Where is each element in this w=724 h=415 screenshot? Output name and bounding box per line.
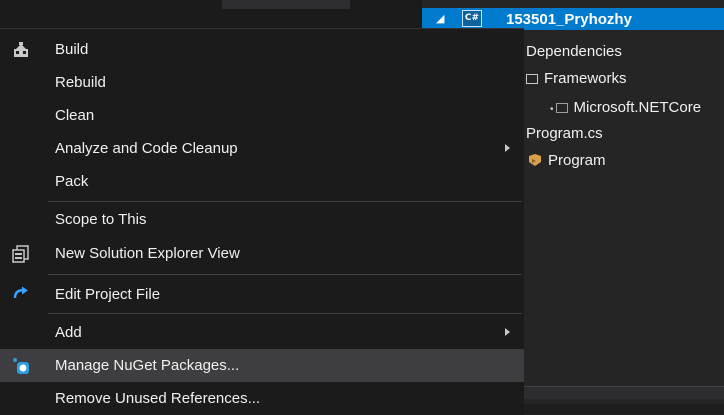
netcore-label: Microsoft.NETCore xyxy=(573,99,702,116)
tree-item-netcore[interactable]: • Microsoft.NETCore xyxy=(550,99,701,116)
new-view-icon xyxy=(12,245,29,263)
status-strip xyxy=(524,404,724,414)
menu-item-add[interactable]: Add xyxy=(0,316,524,349)
menu-item-remove-unused-references[interactable]: Remove Unused References... xyxy=(0,382,524,415)
class-icon xyxy=(529,154,541,166)
menu-item-label: Remove Unused References... xyxy=(55,390,261,407)
menu-item-label: Scope to This xyxy=(55,211,147,228)
solution-explorer-band xyxy=(410,0,422,28)
menu-separator xyxy=(48,313,522,314)
menu-item-edit-project-file[interactable]: Edit Project File xyxy=(0,278,524,311)
tree-item-program[interactable]: Program xyxy=(528,151,606,169)
project-node[interactable]: ◢ C# 153501_Pryhozhy xyxy=(422,8,724,30)
menu-item-label: Pack xyxy=(55,173,89,190)
context-menu: Build Rebuild Clean Analyze and Code Cle… xyxy=(0,28,524,415)
nuget-icon xyxy=(13,358,29,374)
menu-item-pack[interactable]: Pack xyxy=(0,165,524,198)
frameworks-icon xyxy=(526,74,538,84)
menu-item-rebuild[interactable]: Rebuild xyxy=(0,66,524,99)
edit-project-icon xyxy=(13,286,28,299)
menu-item-clean[interactable]: Clean xyxy=(0,99,524,132)
submenu-arrow-icon xyxy=(505,144,510,152)
program-label: Program xyxy=(548,152,606,169)
build-icon xyxy=(14,42,28,57)
tree-item-dependencies[interactable]: Dependencies xyxy=(526,43,622,60)
submenu-arrow-icon xyxy=(505,328,510,336)
tab-strip-segment xyxy=(222,0,350,9)
menu-item-build[interactable]: Build xyxy=(0,33,524,66)
menu-item-label: Clean xyxy=(55,107,95,124)
package-icon xyxy=(555,103,568,113)
menu-item-scope-to-this[interactable]: Scope to This xyxy=(0,203,524,236)
menu-separator xyxy=(48,201,522,202)
programcs-label: Program.cs xyxy=(526,125,603,142)
expand-arrow-icon[interactable]: ◢ xyxy=(436,12,444,25)
tree-item-frameworks[interactable]: Frameworks xyxy=(526,70,627,87)
project-name: 153501_Pryhozhy xyxy=(506,11,632,28)
menu-item-label: Add xyxy=(55,324,82,341)
menu-item-label: Edit Project File xyxy=(55,286,161,303)
menu-item-label: New Solution Explorer View xyxy=(55,245,240,262)
dependencies-label: Dependencies xyxy=(526,43,622,60)
csharp-project-icon: C# xyxy=(462,10,482,27)
tree-item-programcs[interactable]: Program.cs xyxy=(526,125,603,142)
menu-item-manage-nuget-packages[interactable]: Manage NuGet Packages... xyxy=(0,349,524,382)
menu-item-label: Rebuild xyxy=(55,74,106,91)
menu-item-label: Build xyxy=(55,41,89,58)
menu-item-new-solution-explorer-view[interactable]: New Solution Explorer View xyxy=(0,237,524,270)
menu-item-analyze-cleanup[interactable]: Analyze and Code Cleanup xyxy=(0,132,524,165)
top-bar xyxy=(0,0,410,28)
scrollbar-strip[interactable] xyxy=(524,386,724,399)
menu-item-label: Manage NuGet Packages... xyxy=(55,357,240,374)
menu-separator xyxy=(48,274,522,275)
frameworks-label: Frameworks xyxy=(544,70,627,87)
connector-icon: • xyxy=(550,104,554,115)
menu-item-label: Analyze and Code Cleanup xyxy=(55,140,238,157)
